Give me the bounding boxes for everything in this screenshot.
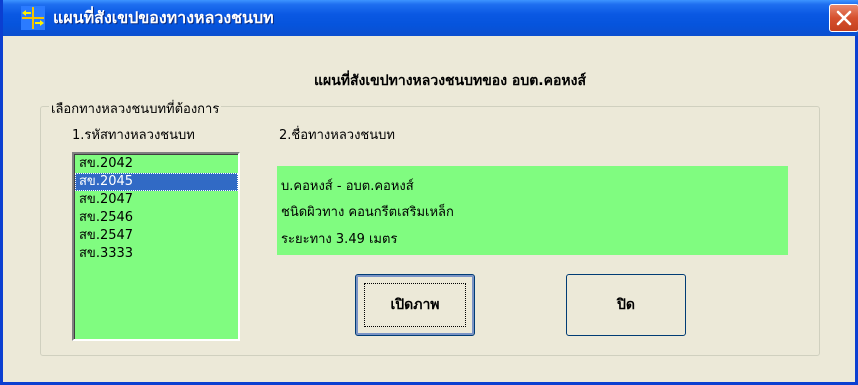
list-item[interactable]: สข.2547 (75, 227, 238, 245)
road-code-label: 1.รหัสทางหลวงชนบท (72, 128, 195, 143)
map-arrows-icon (21, 6, 45, 30)
page-heading: แผนที่สังเขปทางหลวงชนบทของ อบต.คอหงส์ (3, 70, 858, 92)
open-image-button[interactable]: เปิดภาพ (355, 274, 475, 336)
title-bar[interactable]: แผนที่สังเขปของทางหลวงชนบท (3, 0, 858, 36)
list-item[interactable]: สข.2042 (75, 155, 238, 173)
group-label: เลือกทางหลวงชนบทที่ต้องการ (49, 98, 222, 119)
road-code-list: สข.2042 สข.2045 สข.2047 สข.2546 สข.2547 สข.33… (74, 154, 238, 339)
list-item[interactable]: สข.2546 (75, 209, 238, 227)
road-route-text: บ.คอหงส์ - อบต.คอหงส์ (281, 179, 414, 194)
app-window: แผนที่สังเขปของทางหลวงชนบท แผนที่สังเขปท… (0, 0, 858, 385)
window-title: แผนที่สังเขปของทางหลวงชนบท (53, 8, 274, 27)
road-code-listbox[interactable]: สข.2042 สข.2045 สข.2047 สข.2546 สข.2547 สข.33… (72, 152, 240, 341)
close-button-label: ปิด (617, 297, 635, 313)
list-item[interactable]: สข.2047 (75, 191, 238, 209)
close-window-button[interactable] (829, 4, 858, 32)
list-item[interactable]: สข.3333 (75, 245, 238, 263)
list-item[interactable]: สข.2045 (75, 173, 238, 191)
road-info-panel: บ.คอหงส์ - อบต.คอหงส์ ชนิดผิวทาง คอนกรีต… (277, 166, 788, 255)
road-distance-text: ระยะทาง 3.49 เมตร (281, 232, 398, 247)
road-name-label: 2.ชื่อทางหลวงชนบท (279, 128, 395, 143)
close-button[interactable]: ปิด (566, 274, 686, 336)
page-heading-text: แผนที่สังเขปทางหลวงชนบทของ อบต.คอหงส์ (313, 73, 587, 89)
focus-rect (364, 283, 466, 327)
road-surface-text: ชนิดผิวทาง คอนกรีตเสริมเหล็ก (281, 205, 454, 220)
